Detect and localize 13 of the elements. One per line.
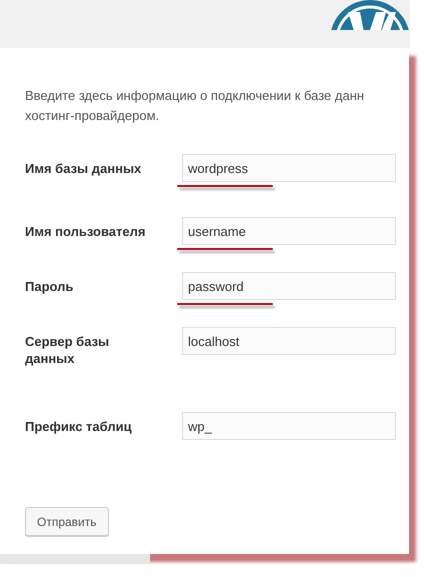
field-label: Сервер базы данных — [25, 333, 110, 367]
input-field[interactable]: wp_ — [182, 412, 396, 440]
intro-text: Введите здесь информацию о подключении к базе данн — [25, 87, 364, 105]
input-field[interactable]: wordpress — [182, 154, 396, 182]
submit-button[interactable]: Отправить — [25, 507, 109, 536]
field-label: Имя пользователя — [25, 223, 146, 240]
field-label: Имя базы данных — [25, 160, 142, 177]
input-field[interactable]: password — [182, 272, 396, 300]
input-field[interactable]: username — [182, 217, 396, 245]
field-label: Префикс таблиц — [25, 418, 133, 435]
input-field[interactable]: localhost — [182, 327, 396, 355]
field-label: Пароль — [25, 278, 74, 295]
intro-text: хостинг-провайдером. — [25, 107, 160, 125]
